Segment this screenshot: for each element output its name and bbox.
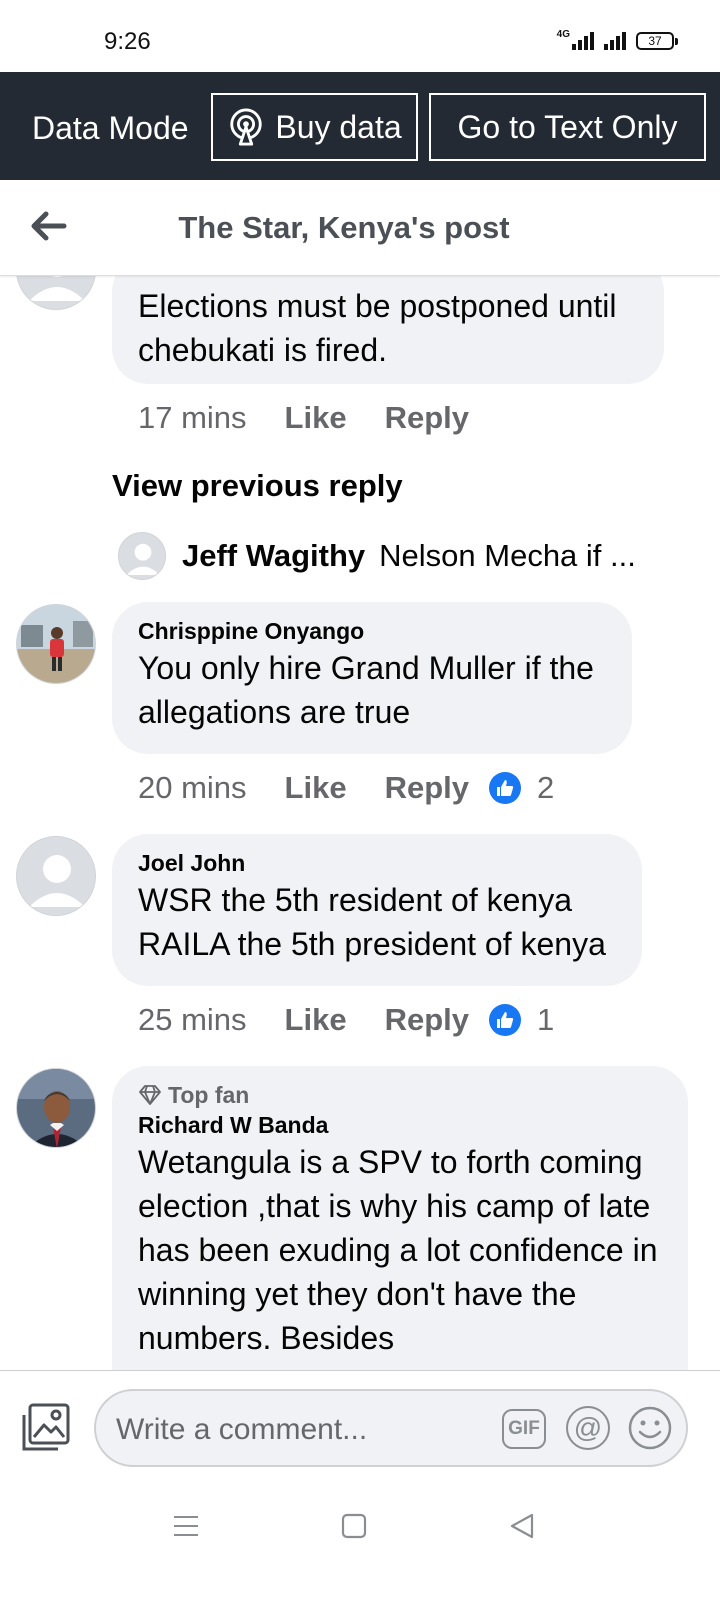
comment-time: 20 mins <box>138 770 247 805</box>
comment-input[interactable]: Write a comment... GIF @ <box>94 1389 688 1467</box>
comment-bubble[interactable]: Chrisppine Onyango You only hire Grand M… <box>112 602 632 754</box>
status-bar: 9:26 4G 37 <box>0 0 720 72</box>
post-header: The Star, Kenya's post <box>0 180 720 276</box>
view-previous-reply-link[interactable]: View previous reply <box>112 468 403 504</box>
data-mode-bar: Data Mode Buy data Go to Text Only <box>0 72 720 180</box>
gif-button[interactable]: GIF <box>502 1409 546 1449</box>
comment-time: 17 mins <box>138 400 247 435</box>
text-only-button[interactable]: Go to Text Only <box>429 93 706 161</box>
reply-button[interactable]: Reply <box>385 1002 469 1038</box>
mention-button[interactable]: @ <box>566 1406 610 1450</box>
reply-button[interactable]: Reply <box>385 770 469 806</box>
signal-icon <box>604 32 626 50</box>
thumbs-up-icon[interactable] <box>489 1004 521 1036</box>
reply-preview[interactable]: Jeff Wagithy Nelson Mecha if ... <box>118 532 678 580</box>
reaction-count[interactable]: 2 <box>537 770 554 806</box>
comment-bubble[interactable]: Elections must be postponed until chebuk… <box>112 276 664 384</box>
reaction-count[interactable]: 1 <box>537 1002 554 1038</box>
comments-feed[interactable]: Elections must be postponed until chebuk… <box>0 276 720 1398</box>
battery-icon: 37 <box>636 32 678 50</box>
photo-icon[interactable] <box>20 1401 72 1453</box>
profile-photo <box>17 1069 95 1147</box>
top-fan-badge: Top fan <box>138 1080 662 1110</box>
menu-icon[interactable] <box>172 1512 200 1540</box>
like-button[interactable]: Like <box>285 400 347 436</box>
top-fan-label: Top fan <box>168 1082 250 1108</box>
comment-author[interactable]: Richard W Banda <box>138 1110 662 1140</box>
default-avatar-icon <box>17 276 95 309</box>
avatar[interactable] <box>16 276 96 310</box>
comment-bubble[interactable]: Top fan Richard W Banda Wetangula is a S… <box>112 1066 688 1398</box>
reply-snippet: Nelson Mecha if ... <box>379 538 636 573</box>
avatar[interactable] <box>16 604 96 684</box>
buy-data-button[interactable]: Buy data <box>211 93 418 161</box>
diamond-icon <box>139 1085 161 1105</box>
default-avatar-icon <box>119 533 165 579</box>
emoji-icon[interactable] <box>628 1406 672 1450</box>
back-triangle-icon[interactable] <box>508 1512 536 1540</box>
comment-author[interactable]: Chrisppine Onyango <box>138 616 606 646</box>
avatar[interactable] <box>16 1068 96 1148</box>
comment-actions: 25 mins Like Reply 1 <box>138 1002 554 1038</box>
comment-time: 25 mins <box>138 1002 247 1037</box>
page-title: The Star, Kenya's post <box>178 210 510 245</box>
avatar <box>118 532 166 580</box>
text-only-label: Go to Text Only <box>457 108 678 145</box>
status-time: 9:26 <box>104 28 151 55</box>
signal-icon <box>572 32 594 50</box>
comment-placeholder: Write a comment... <box>116 1413 368 1446</box>
comment-text: WSR the 5th resident of kenya RAILA the … <box>138 882 606 962</box>
data-mode-label: Data Mode <box>32 110 189 146</box>
comment-bubble[interactable]: Joel John WSR the 5th resident of kenya … <box>112 834 642 986</box>
status-icons: 4G 37 <box>556 29 678 50</box>
comment-composer: Write a comment... GIF @ <box>0 1370 720 1482</box>
broadcast-icon <box>230 108 263 146</box>
thumbs-up-icon[interactable] <box>489 772 521 804</box>
comment-actions: 17 mins Like Reply <box>138 400 469 436</box>
system-nav-bar <box>0 1482 720 1600</box>
comment-text: You only hire Grand Muller if the allega… <box>138 650 594 730</box>
like-button[interactable]: Like <box>285 1002 347 1038</box>
default-avatar-icon <box>17 837 95 915</box>
reply-author: Jeff Wagithy <box>182 538 366 573</box>
home-square-icon[interactable] <box>340 1512 368 1540</box>
buy-data-label: Buy data <box>275 108 402 145</box>
avatar[interactable] <box>16 836 96 916</box>
profile-photo <box>17 605 95 683</box>
comment-actions: 20 mins Like Reply 2 <box>138 770 554 806</box>
network-type: 4G <box>556 29 570 40</box>
comment-author[interactable]: Joel John <box>138 848 616 878</box>
comment-text: Elections must be postponed until chebuk… <box>138 288 617 368</box>
reply-button[interactable]: Reply <box>385 400 469 436</box>
like-button[interactable]: Like <box>285 770 347 806</box>
comment-text: Wetangula is a SPV to forth coming elect… <box>138 1144 658 1356</box>
